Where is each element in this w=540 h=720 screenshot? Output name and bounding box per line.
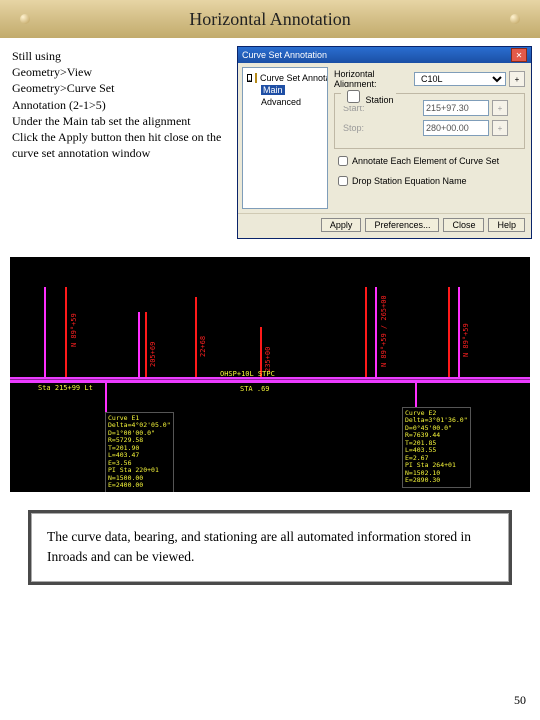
start-input[interactable] bbox=[423, 100, 489, 116]
dialog-main-panel: Horizontal Alignment: C10L + Station Sta… bbox=[332, 63, 531, 213]
page-number: 50 bbox=[514, 693, 526, 708]
dialog-screenshot: Curve Set Annotation ✕ - Curve Set Annot… bbox=[237, 46, 540, 239]
sta-label: N 89°+59 bbox=[462, 323, 470, 357]
tree-root-label: Curve Set Annotation bbox=[260, 73, 328, 83]
sta-label: 205+69 bbox=[149, 342, 157, 367]
tick-line bbox=[365, 287, 367, 377]
station-checkbox[interactable] bbox=[347, 90, 360, 103]
instr-line: Under the Main tab set the alignment bbox=[12, 113, 231, 129]
tree-tab-advanced[interactable]: Advanced bbox=[259, 96, 325, 108]
cad-view: N 89°+59 205+69 22+68 235+00 N 89°+59 / … bbox=[10, 257, 530, 492]
alignment-label: Horizontal Alignment: bbox=[334, 69, 414, 89]
tree-tab-adv-label: Advanced bbox=[261, 97, 301, 107]
tree-root-item[interactable]: - Curve Set Annotation bbox=[245, 72, 325, 84]
tick-line bbox=[458, 287, 460, 377]
tick-line bbox=[195, 297, 197, 377]
instr-line: Still using bbox=[12, 48, 231, 64]
curve-data-block: Curve E1 Delta=4°02'05.0" D=1°00'00.0" R… bbox=[105, 412, 174, 492]
tick-line bbox=[44, 287, 46, 377]
station-legend: Station bbox=[366, 95, 394, 105]
instr-line: Geometry>Curve Set bbox=[12, 80, 231, 96]
folder-icon bbox=[255, 73, 257, 83]
stop-label: Stop: bbox=[343, 123, 423, 133]
decor-dot-right bbox=[510, 14, 520, 24]
station-fieldset: Station Start: + Stop: + bbox=[334, 93, 525, 149]
tick-line bbox=[138, 312, 140, 377]
slide-title: Horizontal Annotation bbox=[189, 9, 350, 30]
instr-line: Annotation (2-1>5) bbox=[12, 97, 231, 113]
tick-line bbox=[448, 287, 450, 377]
drop-line bbox=[105, 383, 107, 413]
tick-line bbox=[145, 312, 147, 377]
sta-label: N 89°+59 bbox=[70, 313, 78, 347]
yellow-label: Sta 215+99 Lt bbox=[38, 384, 93, 392]
dialog-title: Curve Set Annotation bbox=[242, 50, 327, 60]
locate-start-icon[interactable]: + bbox=[492, 100, 508, 116]
drop-sta-eq-checkbox[interactable] bbox=[338, 176, 348, 186]
locate-stop-icon[interactable]: + bbox=[492, 120, 508, 136]
instr-line: Click the Apply button then hit close on… bbox=[12, 129, 231, 161]
instructions-block: Still using Geometry>View Geometry>Curve… bbox=[0, 46, 237, 239]
caption-box: The curve data, bearing, and stationing … bbox=[28, 510, 512, 585]
dialog-tree[interactable]: - Curve Set Annotation Main Advanced bbox=[242, 67, 328, 209]
tree-tab-main-label: Main bbox=[261, 85, 285, 95]
drop-sta-eq-label: Drop Station Equation Name bbox=[352, 176, 467, 186]
stop-input[interactable] bbox=[423, 120, 489, 136]
instr-line: Geometry>View bbox=[12, 64, 231, 80]
yellow-label: OHSP+10L STPC bbox=[220, 370, 275, 378]
annotate-each-label: Annotate Each Element of Curve Set bbox=[352, 156, 499, 166]
yellow-label: STA .69 bbox=[240, 385, 270, 393]
sta-label: N 89°+59 / 265+00 bbox=[380, 295, 388, 367]
caption-text: The curve data, bearing, and stationing … bbox=[47, 529, 471, 564]
tree-tab-main[interactable]: Main bbox=[245, 84, 325, 96]
sta-label: 22+68 bbox=[199, 336, 207, 357]
locate-icon[interactable]: + bbox=[509, 71, 525, 87]
slide-title-bar: Horizontal Annotation bbox=[0, 0, 540, 38]
preferences-button[interactable]: Preferences... bbox=[365, 218, 439, 232]
top-row: Still using Geometry>View Geometry>Curve… bbox=[0, 46, 540, 239]
annotate-each-checkbox[interactable] bbox=[338, 156, 348, 166]
close-icon[interactable]: ✕ bbox=[511, 48, 527, 62]
apply-button[interactable]: Apply bbox=[321, 218, 362, 232]
decor-dot-left bbox=[20, 14, 30, 24]
alignment-select[interactable]: C10L bbox=[414, 72, 506, 86]
curve-set-annotation-dialog: Curve Set Annotation ✕ - Curve Set Annot… bbox=[237, 46, 532, 239]
sta-label: 235+00 bbox=[264, 347, 272, 372]
dialog-titlebar: Curve Set Annotation ✕ bbox=[238, 47, 531, 63]
dialog-button-row: Apply Preferences... Close Help bbox=[238, 213, 531, 238]
collapse-icon[interactable]: - bbox=[247, 74, 252, 82]
drop-line bbox=[415, 383, 417, 408]
curve-data-block: Curve E2 Delta=3°01'36.0" D=0°45'00.0" R… bbox=[402, 407, 471, 488]
tick-line bbox=[65, 287, 67, 377]
help-button[interactable]: Help bbox=[488, 218, 525, 232]
tick-line bbox=[375, 287, 377, 377]
close-button[interactable]: Close bbox=[443, 218, 484, 232]
